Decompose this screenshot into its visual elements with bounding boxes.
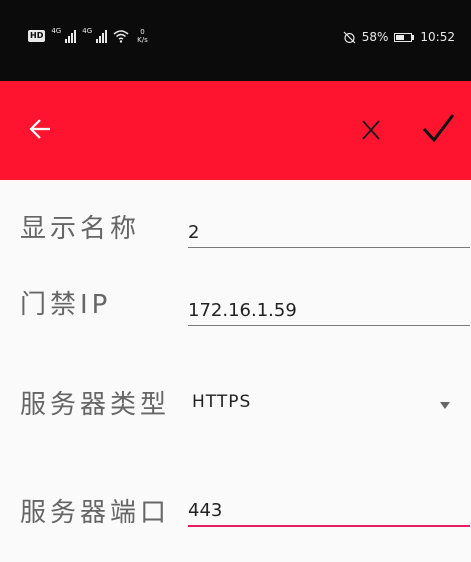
display-name-row: 显示名称 2 [0, 180, 471, 260]
clock-time: 10:52 [420, 30, 455, 44]
dropdown-arrow-icon[interactable] [440, 402, 450, 409]
status-left-group: HD 4G 4G 0 K/s [28, 28, 148, 44]
server-type-row[interactable]: 服务器类型 HTTPS [0, 370, 471, 440]
network-speed-value: 0 [140, 28, 145, 36]
close-button[interactable] [356, 113, 386, 147]
status-right-group: 58% 10:52 [343, 30, 455, 44]
server-port-label: 服务器端口 [20, 498, 171, 528]
server-port-row: 服务器端口 443 [0, 480, 471, 550]
server-port-input[interactable]: 443 [188, 500, 470, 527]
arrow-left-icon [29, 119, 50, 139]
server-type-label: 服务器类型 [20, 390, 171, 420]
back-button[interactable] [28, 111, 58, 147]
wifi-icon [113, 29, 129, 43]
network-speed-unit: K/s [137, 36, 148, 44]
display-name-label: 显示名称 [20, 214, 141, 244]
confirm-button[interactable] [418, 109, 458, 149]
display-name-input[interactable]: 2 [188, 222, 470, 248]
signal-strength-icon-2 [96, 29, 108, 43]
battery-percent: 58% [361, 30, 389, 44]
close-icon [362, 120, 380, 140]
door-ip-label: 门禁IP [20, 290, 112, 320]
status-bar: HD 4G 4G 0 K/s 58% 10:52 [0, 0, 471, 81]
settings-form: 显示名称 2 门禁IP 172.16.1.59 服务器类型 HTTPS 服务器端… [0, 180, 471, 562]
checkmark-icon [422, 114, 455, 143]
battery-icon [394, 32, 415, 42]
alarm-off-icon [343, 31, 356, 43]
network-type-1: 4G [51, 27, 62, 35]
network-type-2: 4G [82, 27, 93, 35]
door-ip-input[interactable]: 172.16.1.59 [188, 300, 470, 326]
app-toolbar [0, 81, 471, 180]
hd-badge: HD [28, 30, 46, 42]
network-speed: 0 K/s [137, 28, 148, 44]
signal-strength-icon [65, 29, 77, 43]
door-ip-row: 门禁IP 172.16.1.59 [0, 260, 471, 350]
server-type-select[interactable]: HTTPS [192, 392, 251, 412]
